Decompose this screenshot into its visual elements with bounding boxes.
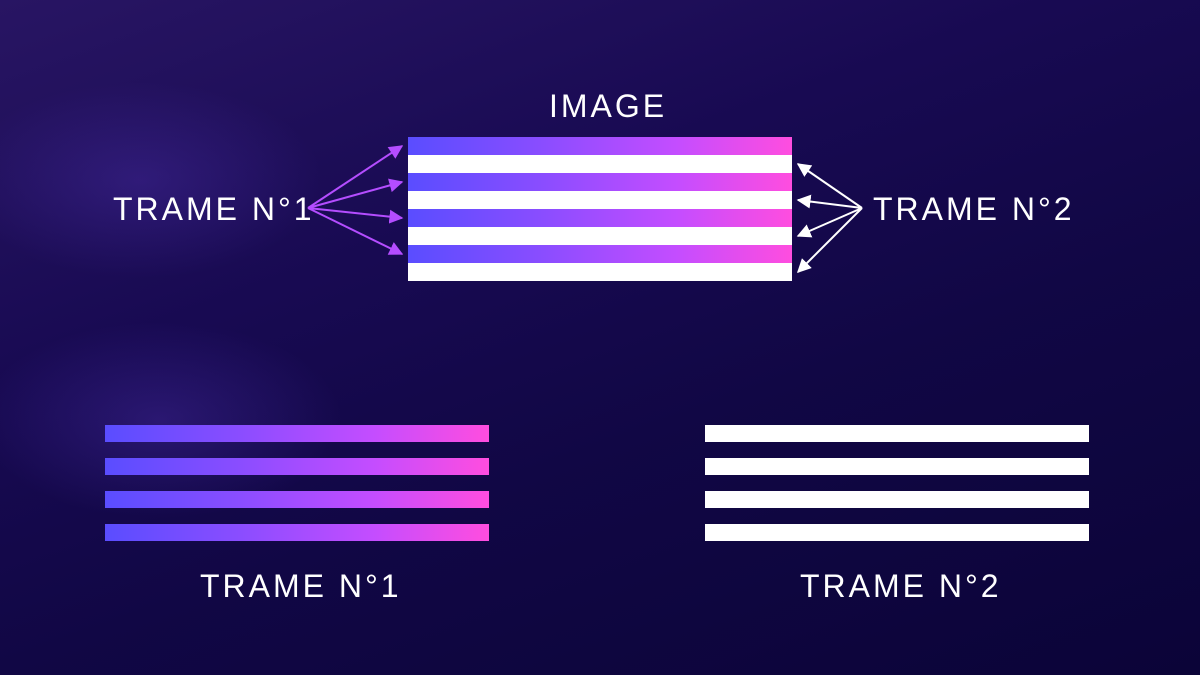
arrows-frame-2 (798, 164, 862, 272)
frame-1-label-bottom: TRAME N°1 (200, 568, 402, 605)
arrows-frame-1 (308, 146, 402, 254)
frame-1-bar (105, 524, 489, 541)
frame-2-bars (705, 425, 1089, 541)
frame-2-bar (705, 458, 1089, 475)
frame-1-bar (105, 491, 489, 508)
combined-row-odd (408, 245, 792, 263)
frame-1-label-top: TRAME N°1 (113, 191, 315, 228)
frame-2-bar (705, 425, 1089, 442)
combined-row-even (408, 227, 792, 245)
frame-1-bar (105, 425, 489, 442)
combined-row-even (408, 191, 792, 209)
frame-1-bars (105, 425, 489, 541)
frame-1-bar (105, 458, 489, 475)
combined-row-odd (408, 137, 792, 155)
frame-2-bar (705, 524, 1089, 541)
combined-row-odd (408, 173, 792, 191)
frame-2-bar (705, 491, 1089, 508)
combined-row-even (408, 155, 792, 173)
frame-2-label-bottom: TRAME N°2 (800, 568, 1002, 605)
combined-row-odd (408, 209, 792, 227)
combined-image (408, 137, 792, 281)
image-title: IMAGE (549, 88, 667, 125)
frame-2-label-top: TRAME N°2 (873, 191, 1075, 228)
combined-row-even (408, 263, 792, 281)
